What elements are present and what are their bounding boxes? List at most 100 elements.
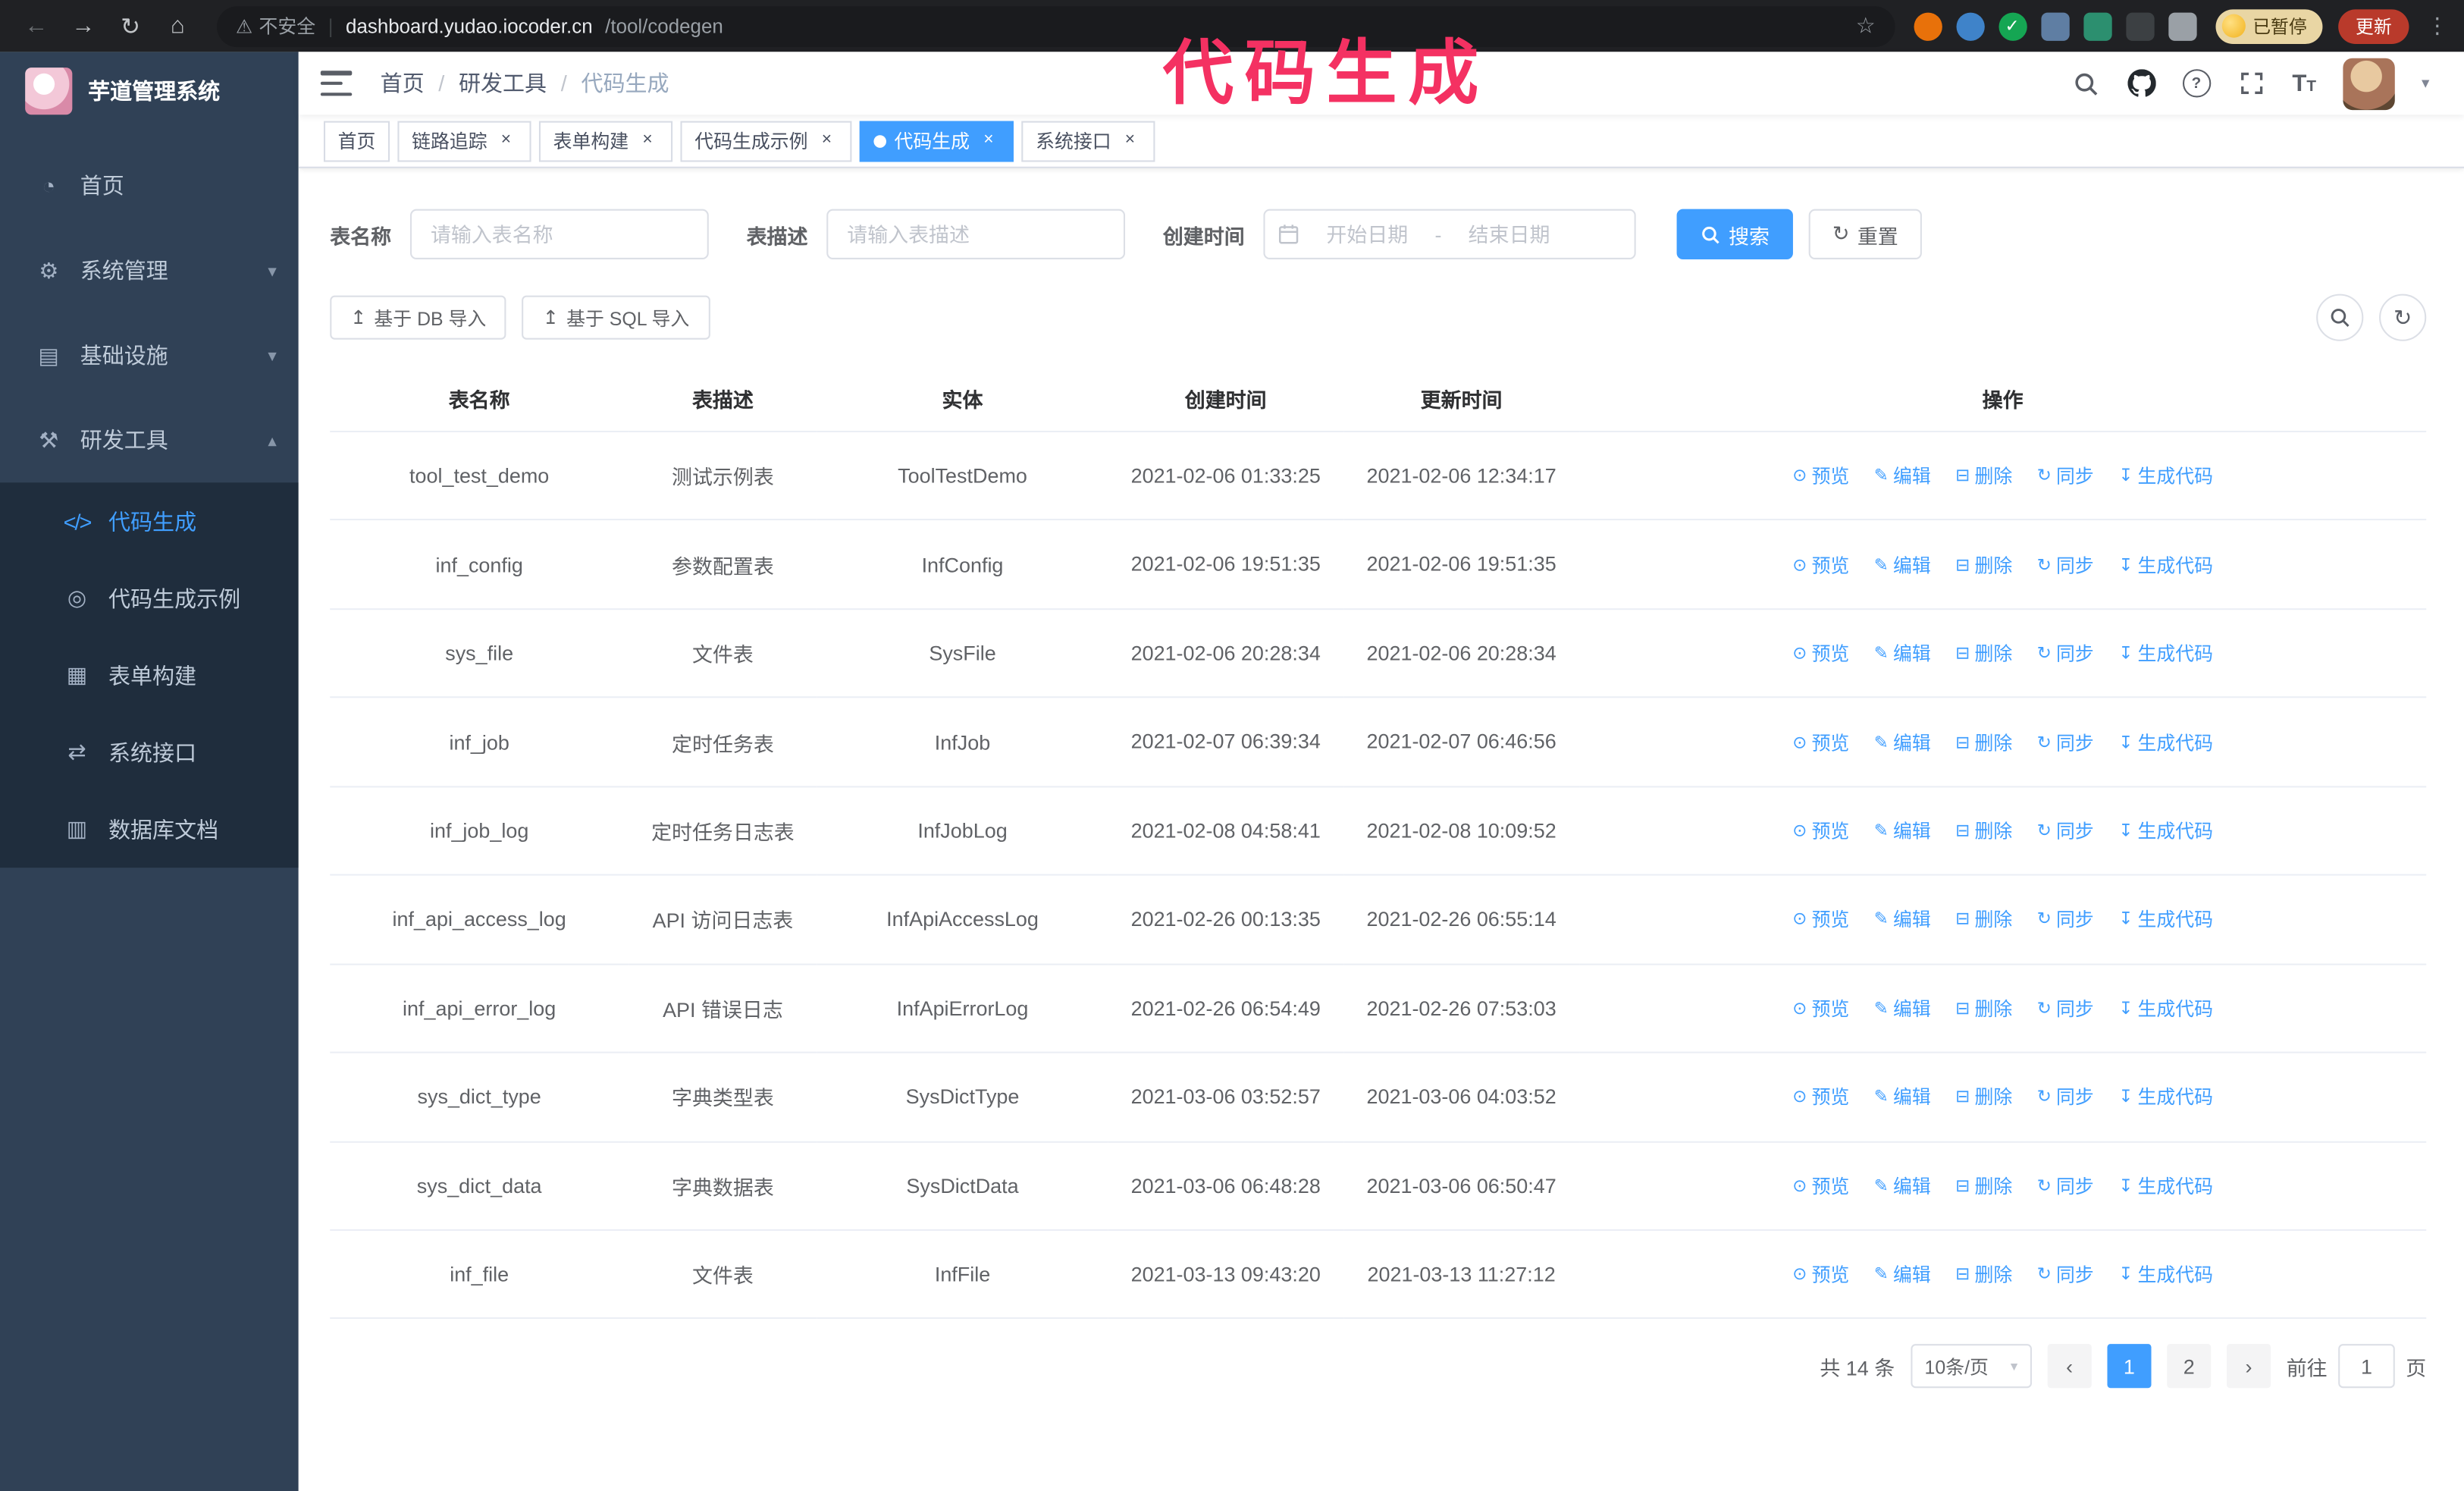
generate-code-link[interactable]: ↧ 生成代码: [2118, 463, 2213, 489]
sync-link[interactable]: ↻ 同步: [2037, 1261, 2094, 1288]
delete-link[interactable]: ⊟ 删除: [1955, 551, 2012, 578]
check-extension-icon[interactable]: ✓: [1998, 11, 2027, 40]
preview-link[interactable]: ⊙ 预览: [1792, 995, 1849, 1022]
tab-api[interactable]: 系统接口 ×: [1021, 120, 1155, 162]
table-name-input[interactable]: [410, 209, 709, 259]
preview-link[interactable]: ⊙ 预览: [1792, 818, 1849, 844]
delete-link[interactable]: ⊟ 删除: [1955, 729, 2012, 755]
sidebar-item-codegen-example[interactable]: ◎ 代码生成示例: [0, 560, 299, 637]
tab-home[interactable]: 首页: [323, 120, 390, 162]
github-icon[interactable]: [2127, 69, 2156, 97]
goto-page-input[interactable]: [2338, 1344, 2395, 1389]
preview-link[interactable]: ⊙ 预览: [1792, 1261, 1849, 1288]
date-range-picker[interactable]: -: [1263, 209, 1636, 259]
breadcrumb-home[interactable]: 首页: [381, 67, 425, 99]
forward-icon[interactable]: →: [63, 13, 104, 39]
page-button-1[interactable]: 1: [2107, 1344, 2152, 1389]
edit-link[interactable]: ✎ 编辑: [1874, 906, 1931, 933]
people-extension-icon[interactable]: [2040, 11, 2069, 40]
back-icon[interactable]: ←: [16, 13, 57, 39]
preview-link[interactable]: ⊙ 预览: [1792, 640, 1849, 667]
generate-code-link[interactable]: ↧ 生成代码: [2118, 818, 2213, 844]
help-icon[interactable]: ?: [2182, 69, 2211, 98]
preview-link[interactable]: ⊙ 预览: [1792, 1172, 1849, 1199]
generate-code-link[interactable]: ↧ 生成代码: [2118, 551, 2213, 578]
delete-link[interactable]: ⊟ 删除: [1955, 1261, 2012, 1288]
generate-code-link[interactable]: ↧ 生成代码: [2118, 906, 2213, 933]
sync-link[interactable]: ↻ 同步: [2037, 1084, 2094, 1110]
generate-code-link[interactable]: ↧ 生成代码: [2118, 1261, 2213, 1288]
import-db-button[interactable]: ↥ 基于 DB 导入: [330, 295, 507, 340]
generate-code-link[interactable]: ↧ 生成代码: [2118, 1172, 2213, 1199]
edit-link[interactable]: ✎ 编辑: [1874, 995, 1931, 1022]
blue-extension-icon[interactable]: [1955, 11, 1984, 40]
sidebar-item-system[interactable]: ⚙ 系统管理 ▾: [0, 228, 299, 313]
delete-link[interactable]: ⊟ 删除: [1955, 1172, 2012, 1199]
green-extension-icon[interactable]: [2083, 11, 2111, 40]
sync-link[interactable]: ↻ 同步: [2037, 906, 2094, 933]
delete-link[interactable]: ⊟ 删除: [1955, 818, 2012, 844]
preview-link[interactable]: ⊙ 预览: [1792, 729, 1849, 755]
preview-link[interactable]: ⊙ 预览: [1792, 551, 1849, 578]
delete-link[interactable]: ⊟ 删除: [1955, 640, 2012, 667]
reset-button[interactable]: ↻ 重置: [1808, 209, 1922, 259]
edit-link[interactable]: ✎ 编辑: [1874, 551, 1931, 578]
edit-link[interactable]: ✎ 编辑: [1874, 729, 1931, 755]
table-desc-input[interactable]: [826, 209, 1126, 259]
close-icon[interactable]: ×: [495, 130, 517, 152]
sync-link[interactable]: ↻ 同步: [2037, 818, 2094, 844]
tab-codegen-example[interactable]: 代码生成示例 ×: [680, 120, 852, 162]
sync-link[interactable]: ↻ 同步: [2037, 1172, 2094, 1199]
update-button[interactable]: 更新: [2338, 8, 2409, 43]
refresh-table-button[interactable]: ↻: [2379, 293, 2427, 341]
sync-link[interactable]: ↻ 同步: [2037, 995, 2094, 1022]
reload-icon[interactable]: ↻: [110, 12, 151, 40]
browser-menu-icon[interactable]: ⋮: [2426, 13, 2448, 39]
sync-link[interactable]: ↻ 同步: [2037, 729, 2094, 755]
delete-link[interactable]: ⊟ 删除: [1955, 1084, 2012, 1110]
breadcrumb-devtools[interactable]: 研发工具: [459, 67, 547, 99]
next-page-button[interactable]: ›: [2226, 1344, 2271, 1389]
date-end-input[interactable]: [1447, 222, 1571, 246]
sidebar-item-home[interactable]: ◔ 首页: [0, 143, 299, 228]
tab-tracing[interactable]: 链路追踪 ×: [397, 120, 531, 162]
close-icon[interactable]: ×: [977, 130, 999, 152]
preview-link[interactable]: ⊙ 预览: [1792, 1084, 1849, 1110]
bookmark-star-icon[interactable]: ☆: [1856, 13, 1876, 39]
import-sql-button[interactable]: ↥ 基于 SQL 导入: [522, 295, 710, 340]
delete-link[interactable]: ⊟ 删除: [1955, 995, 2012, 1022]
preview-link[interactable]: ⊙ 预览: [1792, 463, 1849, 489]
sync-link[interactable]: ↻ 同步: [2037, 551, 2094, 578]
generate-code-link[interactable]: ↧ 生成代码: [2118, 640, 2213, 667]
delete-link[interactable]: ⊟ 删除: [1955, 906, 2012, 933]
date-start-input[interactable]: [1306, 222, 1429, 246]
close-icon[interactable]: ×: [637, 130, 659, 152]
sync-link[interactable]: ↻ 同步: [2037, 463, 2094, 489]
font-size-icon[interactable]: TT: [2292, 70, 2316, 96]
prev-page-button[interactable]: ‹: [2047, 1344, 2092, 1389]
sidebar-item-devtools[interactable]: ⚒ 研发工具 ▴: [0, 397, 299, 482]
avatar-caret-icon[interactable]: ▾: [2422, 74, 2429, 92]
home-icon[interactable]: ⌂: [157, 13, 198, 39]
page-button-2[interactable]: 2: [2167, 1344, 2212, 1389]
generate-code-link[interactable]: ↧ 生成代码: [2118, 1084, 2213, 1110]
sidebar-item-db-doc[interactable]: ▥ 数据库文档: [0, 791, 299, 868]
hamburger-icon[interactable]: [320, 71, 353, 96]
generate-code-link[interactable]: ↧ 生成代码: [2118, 995, 2213, 1022]
delete-link[interactable]: ⊟ 删除: [1955, 463, 2012, 489]
page-size-select[interactable]: 10条/页 ▾: [1910, 1344, 2032, 1389]
tab-codegen[interactable]: 代码生成 ×: [859, 120, 1014, 162]
dark-extension-icon[interactable]: [2125, 11, 2154, 40]
toggle-search-button[interactable]: [2316, 293, 2364, 341]
edit-link[interactable]: ✎ 编辑: [1874, 1261, 1931, 1288]
search-icon[interactable]: [2072, 69, 2100, 97]
edit-link[interactable]: ✎ 编辑: [1874, 1172, 1931, 1199]
preview-link[interactable]: ⊙ 预览: [1792, 906, 1849, 933]
edit-link[interactable]: ✎ 编辑: [1874, 463, 1931, 489]
sidebar-item-form-builder[interactable]: ▦ 表单构建: [0, 636, 299, 714]
edit-link[interactable]: ✎ 编辑: [1874, 640, 1931, 667]
edit-link[interactable]: ✎ 编辑: [1874, 818, 1931, 844]
sync-link[interactable]: ↻ 同步: [2037, 640, 2094, 667]
puzzle-icon[interactable]: [2168, 11, 2196, 40]
avatar[interactable]: [2343, 57, 2395, 110]
